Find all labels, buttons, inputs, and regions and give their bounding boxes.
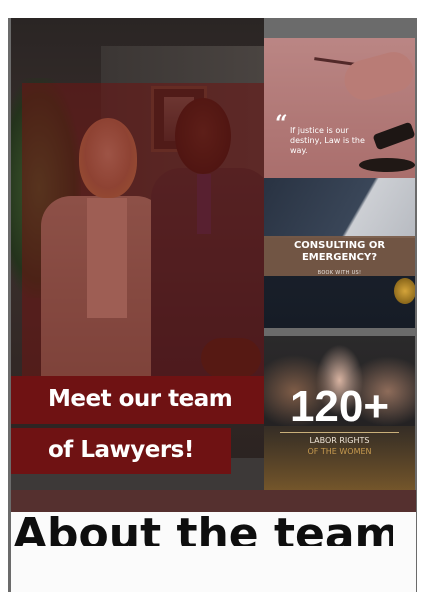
section-heading-cut: About the team bbox=[13, 512, 393, 546]
cta-subtitle: BOOK WITH US! bbox=[317, 270, 362, 276]
quote-card-tint bbox=[264, 38, 415, 178]
stat-divider bbox=[280, 432, 399, 433]
bottom-band bbox=[11, 490, 416, 512]
scale-icon bbox=[394, 278, 415, 304]
stat-card[interactable]: 120+ LABOR RIGHTS OF THE WOMEN bbox=[264, 336, 415, 494]
stat-label-line-2: OF THE WOMEN bbox=[307, 447, 372, 456]
document-image bbox=[264, 178, 415, 238]
cta-title: CONSULTING OR EMERGENCY? bbox=[293, 240, 386, 263]
stat-number: 120+ bbox=[289, 382, 390, 431]
red-overlay bbox=[22, 83, 264, 393]
quote-card[interactable]: “ If justice is our destiny, Law is the … bbox=[264, 38, 415, 178]
stat-label-line-1: LABOR RIGHTS bbox=[309, 436, 370, 445]
consulting-card[interactable]: CONSULTING OR EMERGENCY? BOOK WITH US! bbox=[264, 178, 415, 328]
quote-text: If justice is our destiny, Law is the wa… bbox=[290, 126, 365, 155]
gavel-base bbox=[359, 158, 415, 172]
quote-icon: “ bbox=[275, 111, 288, 137]
headline-line-1: Meet our team bbox=[48, 386, 233, 412]
headline-line-2: of Lawyers! bbox=[48, 437, 194, 463]
